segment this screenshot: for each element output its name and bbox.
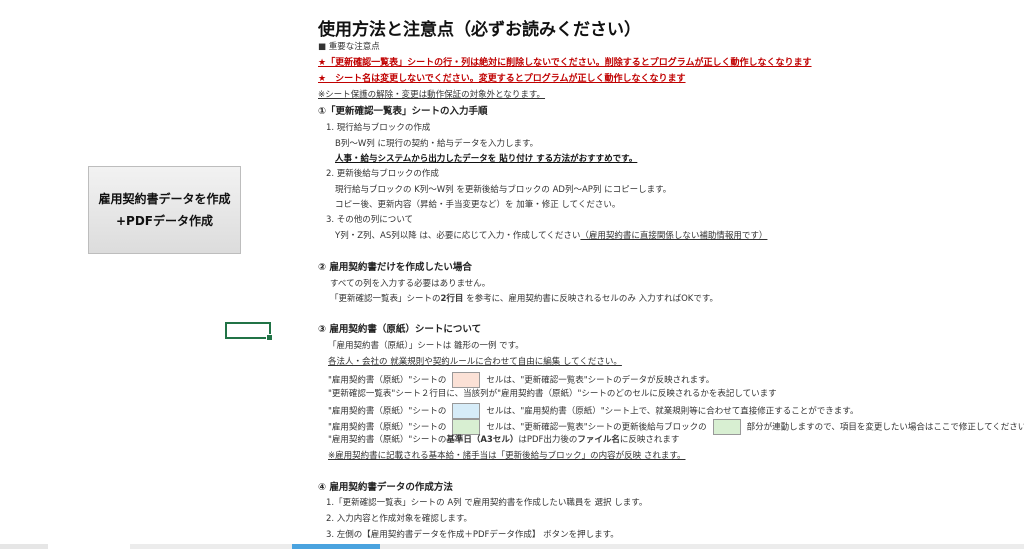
s1-item1a: B列～W列 に現行の契約・給与データを入力します。 [335,139,539,149]
s3-h: ※雇用契約書に記載される基本給・諸手当は「更新後給与ブロック」の内容が反映 され… [328,451,686,461]
page-title: 使用方法と注意点（必ずお読みください） [318,20,641,40]
green-swatch-2 [712,419,741,435]
s4-a: 1.「更新確認一覧表」シートの A列 で雇用契約書を作成したい職員を 選択 しま… [326,498,648,508]
s3-f1: "雇用契約書（原紙）"シートの [328,422,447,433]
s3-c: "雇用契約書（原紙）"シートの セルは、"更新確認一覧表"シートのデータが反映され… [328,372,714,388]
s2-a: すべての列を入力する必要はありません。 [330,279,491,289]
s1-item1b: 人事・給与システムから出力したデータを 貼り付け する方法がおすすめです。 [335,154,638,164]
s3-g5: に反映されます [619,435,680,445]
s3-b: 各法人・会社の 就業規則や契約ルールに合わせて自由に編集 してください。 [328,357,622,367]
s2-b3: を参考に、雇用契約書に反映されるセルのみ 入力すればOKです。 [463,294,719,304]
s2-b: 「更新確認一覧表」シートの2行目 を参考に、雇用契約書に反映されるセルのみ 入力… [330,293,718,305]
selected-cell[interactable] [225,322,273,341]
s3-d: "更新確認一覧表"シート２行目に、当該列が"雇用契約書（原紙）"シートのどのセル… [328,389,777,399]
sheet-tab-bar[interactable] [0,544,48,549]
s1-item2b: コピー後、更新内容（昇給・手当変更など）を 加筆・修正 してください。 [335,200,621,210]
active-sheet-tab[interactable] [292,544,380,549]
warning-1: ★「更新確認一覧表」シートの行・列は絶対に削除しないでください。削除するとプログ… [318,58,812,68]
s3-c1: "雇用契約書（原紙）"シートの [328,375,447,386]
s2-b1: 「更新確認一覧表」シートの [330,294,441,304]
blue-swatch [452,403,481,419]
s1-item3a: Y列・Z列、AS列以降 は、必要に応じて入力・作成してください（雇用契約書に直接… [335,230,767,242]
s3-e: "雇用契約書（原紙）"シートの セルは、"雇用契約書（原紙）"シート上で、就業規則… [328,403,858,419]
s1-item2a: 現行給与ブロックの K列～W列 を更新後給与ブロックの AD列～AP列 にコピー… [335,185,672,195]
s1-item3: 3. その他の列について [326,215,414,225]
s1-item2: 2. 更新後給与ブロックの作成 [326,169,439,179]
s1-item3a-text: Y列・Z列、AS列以降 は、必要に応じて入力・作成してください [335,231,581,241]
s3-g4: ファイル名 [577,435,620,445]
s3-f2: セルは、"更新確認一覧表"シートの更新後給与ブロックの [486,422,707,433]
s3-f3: 部分が連動しますので、項目を変更したい場合はここで修正してください [746,422,1024,433]
s4-c: 3. 左側の【雇用契約書データを作成＋PDFデータ作成】 ボタンを押します。 [326,530,619,540]
important-label: ■ 重要な注意点 [318,42,380,52]
section4-heading: ④ 雇用契約書データの作成方法 [318,482,453,493]
s2-b2: 2行目 [440,294,464,304]
button-label-2: +PDFデータ作成 [115,214,213,228]
s3-c2: セルは、"更新確認一覧表"シートのデータが反映されます。 [486,375,715,386]
button-label-1: 雇用契約書データを作成 [98,192,231,206]
s3-g3: はPDF出力後の [518,435,578,445]
note: ※シート保護の解除・変更は動作保証の対象外となります。 [318,90,546,100]
section2-heading: ② 雇用契約書だけを作成したい場合 [318,262,472,273]
s3-g1: "雇用契約書（原紙）"シートの [328,435,447,445]
create-contract-pdf-button[interactable]: 雇用契約書データを作成 +PDFデータ作成 [88,166,241,254]
s3-e1: "雇用契約書（原紙）"シートの [328,406,447,417]
s4-b: 2. 入力内容と作成対象を確認します。 [326,514,472,524]
s3-g2: 基準日（A3セル） [446,435,519,445]
section1-heading: ①「更新確認一覧表」シートの入力手順 [318,106,488,117]
pink-swatch [452,372,481,388]
s3-g: "雇用契約書（原紙）"シートの基準日（A3セル）はPDF出力後のファイル名に反映… [328,434,679,446]
warning-2: ★ シート名は変更しないでください。変更するとプログラムが正しく動作しなくなりま… [318,74,686,84]
horizontal-scrollbar[interactable] [130,544,1024,549]
s3-e2: セルは、"雇用契約書（原紙）"シート上で、就業規則等に合わせて直接修正することが… [486,406,859,417]
green-swatch [452,419,481,435]
s1-item3a-note: （雇用契約書に直接関係しない補助情報用です） [580,231,768,241]
section3-heading: ③ 雇用契約書（原紙）シートについて [318,324,482,335]
s3-f: "雇用契約書（原紙）"シートの セルは、"更新確認一覧表"シートの更新後給与ブロッ… [328,419,1024,435]
s3-a: 「雇用契約書（原紙）」シートは 雛形の一例 です。 [328,341,524,351]
s1-item1: 1. 現行給与ブロックの作成 [326,123,431,133]
